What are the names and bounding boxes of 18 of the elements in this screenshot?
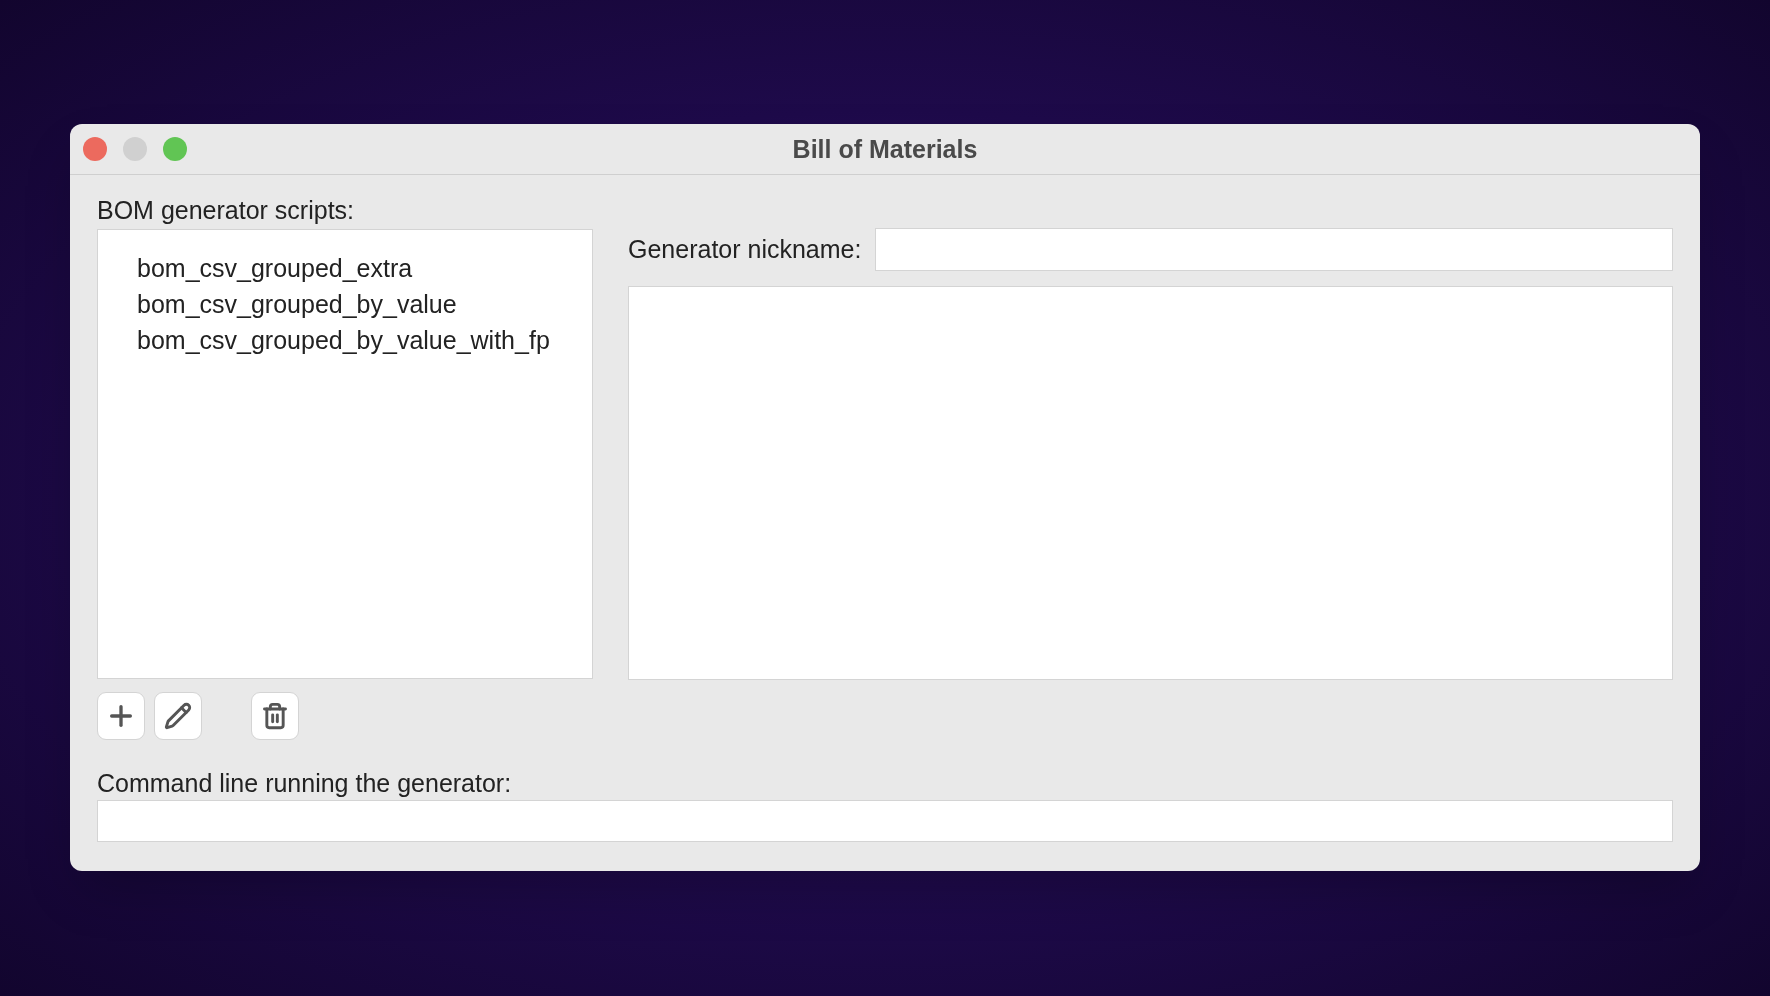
pencil-icon <box>164 702 192 730</box>
command-field[interactable] <box>97 800 1673 842</box>
script-item[interactable]: bom_csv_grouped_by_value_with_fp <box>137 322 550 358</box>
minimize-button[interactable] <box>123 137 147 161</box>
close-button[interactable] <box>83 137 107 161</box>
nickname-field[interactable] <box>875 228 1673 271</box>
command-label: Command line running the generator: <box>97 768 512 798</box>
zoom-button[interactable] <box>163 137 187 161</box>
add-button[interactable] <box>97 692 145 740</box>
trash-icon <box>261 702 289 730</box>
description-area[interactable] <box>628 286 1673 680</box>
script-item[interactable]: bom_csv_grouped_by_value <box>137 286 457 322</box>
edit-button[interactable] <box>154 692 202 740</box>
nickname-label: Generator nickname: <box>628 233 862 265</box>
delete-button[interactable] <box>251 692 299 740</box>
scripts-label: BOM generator scripts: <box>97 195 355 225</box>
window-title: Bill of Materials <box>792 133 978 165</box>
script-item[interactable]: bom_csv_grouped_extra <box>137 250 413 286</box>
